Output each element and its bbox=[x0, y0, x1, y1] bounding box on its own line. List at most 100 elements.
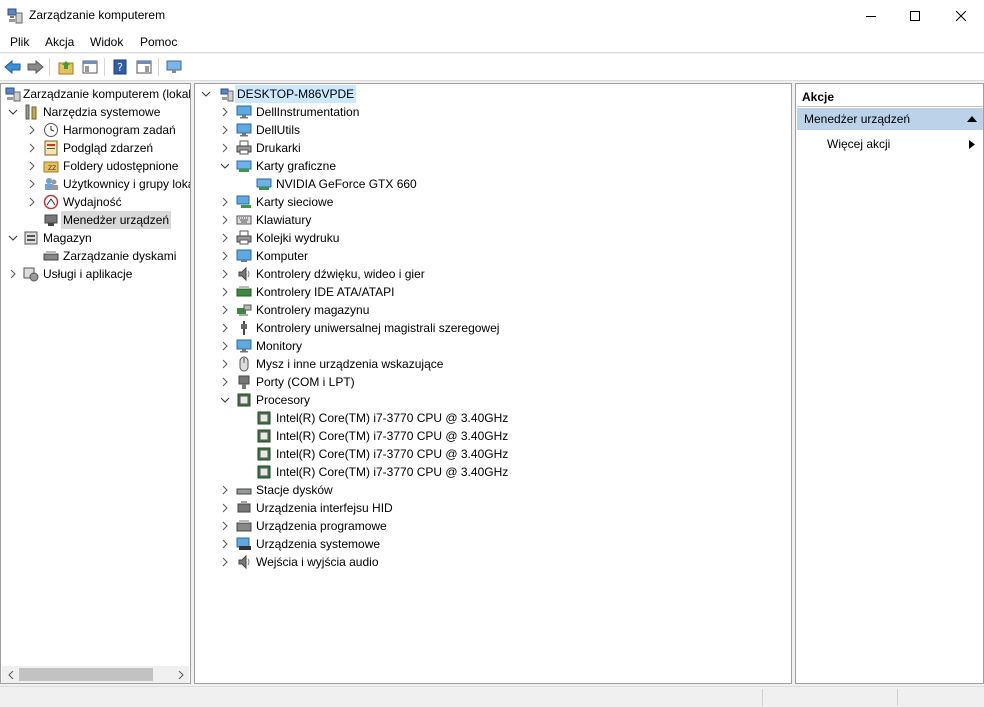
menu-pomoc[interactable]: Pomoc bbox=[140, 35, 177, 49]
tree-root[interactable]: Zarządzanie komputerem (lokalny) bbox=[5, 85, 191, 103]
chevron-right-icon[interactable] bbox=[220, 539, 230, 549]
chevron-right-icon[interactable] bbox=[220, 503, 230, 513]
close-button[interactable] bbox=[938, 0, 984, 31]
device-tree-root[interactable]: DESKTOP-M86VPDE bbox=[201, 85, 357, 103]
chevron-right-icon[interactable] bbox=[27, 161, 37, 171]
device-tree-item[interactable]: Wejścia i wyjścia audio bbox=[236, 553, 381, 571]
chevron-right-icon[interactable] bbox=[220, 341, 230, 351]
chevron-right-icon[interactable] bbox=[27, 125, 37, 135]
tree-root-label: Zarządzanie komputerem (lokalny) bbox=[23, 87, 191, 101]
tree-item-label: Narzędzia systemowe bbox=[43, 105, 161, 119]
device-tree-item[interactable]: DellInstrumentation bbox=[236, 103, 361, 121]
monitor-icon bbox=[236, 123, 252, 137]
chevron-right-icon[interactable] bbox=[220, 215, 230, 225]
chevron-right-icon[interactable] bbox=[220, 233, 230, 243]
scroll-left-button[interactable] bbox=[2, 666, 19, 683]
device-tree-item[interactable]: Kontrolery IDE ATA/ATAPI bbox=[236, 283, 397, 301]
device-tree-item[interactable]: Intel(R) Core(TM) i7-3770 CPU @ 3.40GHz bbox=[256, 445, 510, 463]
help-button[interactable]: ? bbox=[110, 57, 130, 77]
device-tree-item[interactable]: Procesory bbox=[236, 391, 312, 409]
device-tree-item[interactable]: Karty sieciowe bbox=[236, 193, 335, 211]
chevron-right-icon[interactable] bbox=[27, 143, 37, 153]
event-viewer-icon bbox=[44, 140, 58, 156]
tree-item[interactable]: Zarządzanie dyskami bbox=[43, 247, 178, 265]
scan-hardware-button[interactable] bbox=[164, 57, 184, 77]
tree-item[interactable]: Magazyn bbox=[23, 229, 94, 247]
chevron-right-icon[interactable] bbox=[220, 485, 230, 495]
tree-item[interactable]: Narzędzia systemowe bbox=[23, 103, 162, 121]
scrollbar-thumb[interactable] bbox=[19, 668, 153, 681]
device-tree-item[interactable]: DellUtils bbox=[236, 121, 302, 139]
device-tree-item[interactable]: Kontrolery magazynu bbox=[236, 301, 371, 319]
chevron-right-icon[interactable] bbox=[220, 377, 230, 387]
device-tree-item[interactable]: Intel(R) Core(TM) i7-3770 CPU @ 3.40GHz bbox=[256, 427, 510, 445]
device-tree-item[interactable]: Komputer bbox=[236, 247, 310, 265]
actions-pane: Akcje Menedżer urządzeń Więcej akcji bbox=[795, 83, 984, 684]
svg-text:ZZ: ZZ bbox=[48, 165, 56, 172]
device-tree-item[interactable]: Urządzenia interfejsu HID bbox=[236, 499, 395, 517]
device-tree-item[interactable]: NVIDIA GeForce GTX 660 bbox=[256, 175, 419, 193]
tree-item[interactable]: Wydajność bbox=[43, 193, 124, 211]
tree-item-label: Usługi i aplikacje bbox=[43, 267, 133, 281]
show-hide-tree-button[interactable] bbox=[80, 57, 100, 77]
chevron-right-icon[interactable] bbox=[27, 197, 37, 207]
shared-folder-icon: ZZ bbox=[43, 161, 59, 173]
menu-plik[interactable]: Plik bbox=[10, 35, 29, 49]
device-tree-item[interactable]: Intel(R) Core(TM) i7-3770 CPU @ 3.40GHz bbox=[256, 409, 510, 427]
chevron-right-icon[interactable] bbox=[27, 179, 37, 189]
scroll-right-button[interactable] bbox=[172, 666, 189, 683]
device-tree-item[interactable]: Kontrolery uniwersalnej magistrali szere… bbox=[236, 319, 501, 337]
maximize-button[interactable] bbox=[892, 0, 938, 31]
device-tree-item[interactable]: Mysz i inne urządzenia wskazujące bbox=[236, 355, 445, 373]
chevron-down-icon[interactable] bbox=[8, 233, 18, 243]
chevron-right-icon[interactable] bbox=[220, 323, 230, 333]
actions-section-device-manager[interactable]: Menedżer urządzeń bbox=[797, 108, 983, 130]
device-tree-item[interactable]: Porty (COM i LPT) bbox=[236, 373, 357, 391]
device-tree-item[interactable]: Karty graficzne bbox=[236, 157, 338, 175]
menu-widok[interactable]: Widok bbox=[90, 35, 123, 49]
device-tree-item[interactable]: Klawiatury bbox=[236, 211, 313, 229]
device-tree-item[interactable]: Drukarki bbox=[236, 139, 303, 157]
device-tree-item[interactable]: Kolejki wydruku bbox=[236, 229, 341, 247]
tree-item[interactable]: Harmonogram zadań bbox=[43, 121, 178, 139]
device-tree-item[interactable]: Stacje dysków bbox=[236, 481, 335, 499]
chevron-right-icon[interactable] bbox=[220, 305, 230, 315]
horizontal-scrollbar[interactable] bbox=[2, 666, 189, 683]
chevron-right-icon[interactable] bbox=[220, 269, 230, 279]
tree-item[interactable]: Użytkownicy i grupy lokalne bbox=[43, 175, 190, 193]
tree-item[interactable]: Podgląd zdarzeń bbox=[43, 139, 155, 157]
chevron-right-icon[interactable] bbox=[220, 143, 230, 153]
show-hide-action-pane-button[interactable] bbox=[134, 57, 154, 77]
device-tree-item[interactable]: Kontrolery dźwięku, wideo i gier bbox=[236, 265, 427, 283]
chevron-right-icon[interactable] bbox=[220, 125, 230, 135]
chevron-right-icon[interactable] bbox=[220, 521, 230, 531]
chevron-right-icon[interactable] bbox=[220, 107, 230, 117]
chevron-down-icon[interactable] bbox=[201, 89, 211, 99]
chevron-right-icon[interactable] bbox=[220, 197, 230, 207]
chevron-down-icon[interactable] bbox=[8, 107, 18, 117]
forward-button[interactable] bbox=[25, 57, 45, 77]
minimize-button[interactable] bbox=[848, 0, 894, 31]
chevron-right-icon[interactable] bbox=[8, 269, 18, 279]
back-button[interactable] bbox=[3, 57, 23, 77]
chevron-right-icon[interactable] bbox=[220, 251, 230, 261]
chevron-right-icon[interactable] bbox=[220, 359, 230, 369]
device-tree-item[interactable]: Urządzenia systemowe bbox=[236, 535, 382, 553]
chevron-down-icon[interactable] bbox=[220, 395, 230, 405]
chevron-up-icon[interactable] bbox=[967, 116, 977, 122]
tree-item[interactable]: Usługi i aplikacje bbox=[23, 265, 134, 283]
chevron-right-icon[interactable] bbox=[220, 557, 230, 567]
tree-item[interactable]: ZZ Foldery udostępnione bbox=[43, 157, 180, 175]
menu-akcja[interactable]: Akcja bbox=[45, 35, 74, 49]
tree-item-label: Zarządzanie dyskami bbox=[63, 249, 177, 263]
device-tree-item-label: Klawiatury bbox=[256, 213, 312, 227]
device-tree-item[interactable]: Urządzenia programowe bbox=[236, 517, 389, 535]
up-level-button[interactable] bbox=[56, 57, 76, 77]
processor-icon bbox=[257, 465, 271, 479]
tree-item[interactable]: Menedżer urządzeń bbox=[43, 211, 172, 229]
chevron-right-icon[interactable] bbox=[220, 287, 230, 297]
device-tree-item[interactable]: Intel(R) Core(TM) i7-3770 CPU @ 3.40GHz bbox=[256, 463, 510, 481]
more-actions-item[interactable]: Więcej akcji bbox=[827, 137, 890, 151]
device-tree-item[interactable]: Monitory bbox=[236, 337, 304, 355]
chevron-down-icon[interactable] bbox=[220, 161, 230, 171]
